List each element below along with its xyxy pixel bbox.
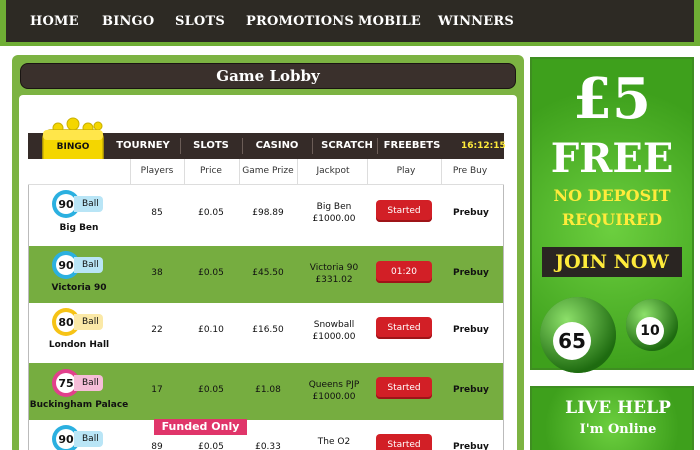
players-count: 89 <box>151 442 163 450</box>
table-row[interactable]: 90 Ball Victoria 90 38 £0.05 £45.50 Vict… <box>28 246 504 303</box>
jackpot-value: £1000.00 <box>312 392 356 402</box>
promo-ball-number: 10 <box>640 323 660 339</box>
players-count: 85 <box>151 208 163 218</box>
players-count: 22 <box>151 325 163 335</box>
room-name: Big Ben <box>59 223 99 233</box>
tab-separator <box>377 138 378 154</box>
play-button[interactable]: Started <box>376 434 432 450</box>
tab-slots[interactable]: SLOTS <box>180 133 242 159</box>
table-row[interactable]: 90 Ball Big Ben 85 £0.05 £98.89 Big Ben … <box>28 185 504 246</box>
prebuy-link[interactable]: Prebuy <box>453 325 489 335</box>
jackpot-name: Victoria 90 <box>309 263 359 273</box>
game-prize: £16.50 <box>252 325 284 335</box>
game-prize: £45.50 <box>252 268 284 278</box>
jackpot-value: £1000.00 <box>312 214 356 224</box>
lobby-title: Game Lobby <box>20 63 516 89</box>
col-jackpot: Jackpot <box>316 166 350 176</box>
lobby-clock: 16:12:15 <box>461 141 506 151</box>
col-game-prize: Game Prize <box>242 166 294 176</box>
live-help-status: I'm Online <box>579 422 657 437</box>
table-border <box>28 185 29 450</box>
prebuy-link[interactable]: Prebuy <box>453 268 489 278</box>
top-navigation: HOME BINGO SLOTS PROMOTIONS MOBILE WINNE… <box>0 0 700 46</box>
funded-only-badge: Funded Only <box>154 419 247 435</box>
jackpot-name: Big Ben <box>316 202 352 212</box>
prebuy-link[interactable]: Prebuy <box>453 385 489 395</box>
play-button[interactable]: Started <box>376 377 432 399</box>
room-name: London Hall <box>48 340 110 350</box>
promo-amount: £5 <box>573 66 651 132</box>
tab-freebets[interactable]: FREEBETS <box>380 133 444 159</box>
nav-mobile[interactable]: MOBILE <box>358 14 421 29</box>
column-divider <box>297 159 298 185</box>
table-row[interactable]: 75 Ball Buckingham Palace 17 £0.05 £1.08… <box>28 363 504 420</box>
tab-tourney[interactable]: TOURNEY <box>106 133 180 159</box>
jackpot-name: Snowball <box>313 320 355 330</box>
prebuy-link[interactable]: Prebuy <box>453 442 489 450</box>
ball-type-label: Ball <box>74 375 103 391</box>
tab-scratch[interactable]: SCRATCH <box>312 133 382 159</box>
column-divider <box>239 159 240 185</box>
col-pre-buy: Pre Buy <box>452 166 488 176</box>
countdown-button[interactable]: 01:20 <box>376 261 432 283</box>
ticket-price: £0.05 <box>198 385 224 395</box>
jackpot-value: £1000.00 <box>312 332 356 342</box>
players-count: 17 <box>151 385 163 395</box>
col-play: Play <box>396 166 416 176</box>
ball-type-label: Ball <box>74 431 103 447</box>
bingo-balls-icon <box>540 297 678 373</box>
nav-home[interactable]: HOME <box>30 14 79 29</box>
ticket-price: £0.05 <box>198 268 224 278</box>
promo-free: FREE <box>550 135 674 182</box>
join-now-button[interactable]: JOIN NOW <box>542 247 682 277</box>
promo-banner[interactable]: £5 FREE NO DEPOSIT REQUIRED JOIN NOW 65 … <box>530 57 694 373</box>
nav-winners[interactable]: WINNERS <box>438 14 514 29</box>
table-row[interactable]: 90 Ball 89 £0.05 £0.33 The O2 Started Pr… <box>28 420 504 450</box>
prebuy-link[interactable]: Prebuy <box>453 208 489 218</box>
nav-promotions[interactable]: PROMOTIONS <box>246 14 354 29</box>
table-row[interactable]: 80 Ball London Hall 22 £0.10 £16.50 Snow… <box>28 303 504 363</box>
tab-bingo-label: BINGO <box>56 142 90 152</box>
play-button[interactable]: Started <box>376 200 432 222</box>
jackpot-name: The O2 <box>317 437 351 447</box>
game-prize: £98.89 <box>252 208 284 218</box>
ticket-price: £0.05 <box>198 208 224 218</box>
column-divider <box>367 159 368 185</box>
promo-no-deposit: NO DEPOSIT <box>553 186 671 205</box>
room-name: Buckingham Palace <box>29 400 129 410</box>
game-prize: £1.08 <box>255 385 281 395</box>
tab-casino[interactable]: CASINO <box>242 133 312 159</box>
jackpot-value: £331.02 <box>315 275 353 285</box>
promo-ball-number: 65 <box>558 329 586 353</box>
live-help-banner[interactable]: LIVE HELP I'm Online <box>530 386 694 450</box>
ticket-price: £0.10 <box>198 325 224 335</box>
table-header: Players Price Game Prize Jackpot Play Pr… <box>28 159 504 185</box>
column-divider <box>441 159 442 185</box>
ball-type-label: Ball <box>74 314 103 330</box>
ticket-price: £0.05 <box>198 442 224 450</box>
ball-type-label: Ball <box>74 257 103 273</box>
players-count: 38 <box>151 268 163 278</box>
live-help-title: LIVE HELP <box>565 398 671 418</box>
col-players: Players <box>140 166 174 176</box>
ball-type-label: Ball <box>74 196 103 212</box>
column-divider <box>130 159 131 185</box>
game-prize: £0.33 <box>255 442 281 450</box>
play-button[interactable]: Started <box>376 317 432 339</box>
promo-required: REQUIRED <box>561 210 663 229</box>
nav-slots[interactable]: SLOTS <box>175 14 225 29</box>
table-border <box>503 185 504 450</box>
room-name: Victoria 90 <box>51 283 107 293</box>
col-price: Price <box>200 166 222 176</box>
column-divider <box>184 159 185 185</box>
jackpot-name: Queens PJP <box>308 380 360 390</box>
nav-bingo[interactable]: BINGO <box>102 14 154 29</box>
